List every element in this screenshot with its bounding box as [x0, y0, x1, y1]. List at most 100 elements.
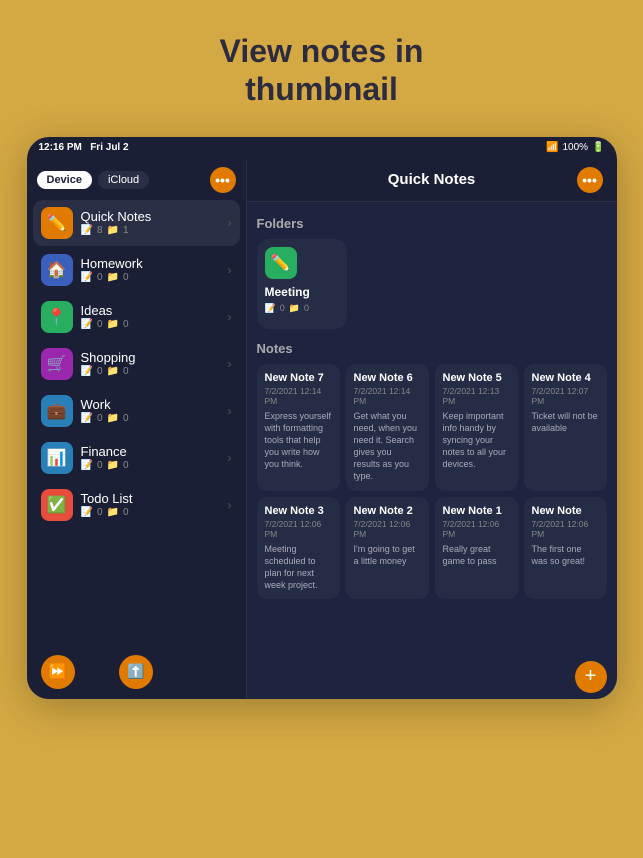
sidebar-item-content: Todo List 📝0 📁0: [81, 491, 220, 518]
sidebar-item-icon: 🏠: [41, 254, 73, 286]
note-preview: Ticket will not be available: [532, 410, 599, 434]
status-time: 12:16 PM Fri Jul 2: [39, 142, 129, 153]
note-title: New Note: [532, 505, 599, 517]
chevron-icon: ›: [228, 404, 232, 418]
notes-grid: New Note 7 7/2/2021 12:14 PM Express you…: [257, 364, 607, 599]
note-date: 7/2/2021 12:14 PM: [354, 386, 421, 406]
sidebar-item-meta: 📝0 📁0: [81, 460, 220, 471]
footer-share-button[interactable]: ⬆️: [119, 655, 153, 689]
main-content: Quick Notes ••• Folders ✏️ Meeting 📝 0 📁…: [247, 159, 617, 699]
note-preview: Meeting scheduled to plan for next week …: [265, 543, 332, 592]
note-card-4[interactable]: New Note 4 7/2/2021 12:07 PM Ticket will…: [524, 364, 607, 491]
note-card-6[interactable]: New Note 2 7/2/2021 12:06 PM I'm going t…: [346, 497, 429, 600]
sidebar-item-icon: 📊: [41, 442, 73, 474]
status-right: 📶 100% 🔋: [546, 142, 604, 153]
note-preview: Keep important info handy by syncing you…: [443, 410, 510, 471]
app-container: Device iCloud ••• ✏️ Quick Notes 📝8 📁1 ›…: [27, 159, 617, 699]
sidebar-more-button[interactable]: •••: [210, 167, 236, 193]
folder-folders-icon: 📁: [289, 303, 300, 314]
folder-count-icon: 📁: [107, 413, 119, 424]
main-scroll-area[interactable]: Folders ✏️ Meeting 📝 0 📁 0 Notes: [247, 202, 617, 655]
sidebar-item-content: Work 📝0 📁0: [81, 397, 220, 424]
tab-icloud[interactable]: iCloud: [98, 171, 149, 189]
note-date: 7/2/2021 12:14 PM: [265, 386, 332, 406]
folder-name-meeting: Meeting: [265, 285, 310, 299]
sidebar-item-icon: ✅: [41, 489, 73, 521]
note-count-icon: 📝: [81, 272, 93, 283]
note-card-8[interactable]: New Note 7/2/2021 12:06 PM The first one…: [524, 497, 607, 600]
note-title: New Note 2: [354, 505, 421, 517]
main-header: Quick Notes •••: [247, 159, 617, 202]
battery-indicator: 100%: [562, 142, 588, 153]
battery-icon: 🔋: [592, 142, 604, 153]
sidebar-item-meta: 📝0 📁0: [81, 507, 220, 518]
wifi-icon: 📶: [546, 142, 558, 153]
sidebar-item-todo-list[interactable]: ✅ Todo List 📝0 📁0 ›: [33, 482, 240, 528]
sidebar-footer: ⏩ ⬆️: [27, 645, 246, 699]
note-card-3[interactable]: New Note 5 7/2/2021 12:13 PM Keep import…: [435, 364, 518, 491]
folder-card-meeting[interactable]: ✏️ Meeting 📝 0 📁 0: [257, 239, 347, 329]
tab-device[interactable]: Device: [37, 171, 92, 189]
folder-icon-meeting: ✏️: [265, 247, 297, 279]
note-count-icon: 📝: [81, 413, 93, 424]
note-preview: I'm going to get a little money: [354, 543, 421, 567]
sidebar-item-name: Shopping: [81, 350, 220, 365]
sidebar-item-content: Shopping 📝0 📁0: [81, 350, 220, 377]
sidebar-item-icon: 📍: [41, 301, 73, 333]
note-card-2[interactable]: New Note 6 7/2/2021 12:14 PM Get what yo…: [346, 364, 429, 491]
folder-count-icon: 📁: [107, 319, 119, 330]
note-preview: Really great game to pass: [443, 543, 510, 567]
sidebar-item-quick-notes[interactable]: ✏️ Quick Notes 📝8 📁1 ›: [33, 200, 240, 246]
sidebar-items-list: ✏️ Quick Notes 📝8 📁1 › 🏠 Homework 📝0 📁0 …: [27, 199, 246, 529]
sidebar-item-name: Finance: [81, 444, 220, 459]
sidebar-item-ideas[interactable]: 📍 Ideas 📝0 📁0 ›: [33, 294, 240, 340]
note-preview: Get what you need, when you need it. Sea…: [354, 410, 421, 483]
sidebar-item-finance[interactable]: 📊 Finance 📝0 📁0 ›: [33, 435, 240, 481]
footer-play-button[interactable]: ⏩: [41, 655, 75, 689]
sidebar-item-homework[interactable]: 🏠 Homework 📝0 📁0 ›: [33, 247, 240, 293]
note-card-5[interactable]: New Note 3 7/2/2021 12:06 PM Meeting sch…: [257, 497, 340, 600]
device-frame: 12:16 PM Fri Jul 2 📶 100% 🔋 Device iClou…: [27, 137, 617, 699]
folders-section-label: Folders: [257, 216, 607, 231]
sidebar-item-name: Ideas: [81, 303, 220, 318]
folders-grid: ✏️ Meeting 📝 0 📁 0: [257, 239, 607, 329]
chevron-icon: ›: [228, 498, 232, 512]
sidebar-item-name: Work: [81, 397, 220, 412]
note-preview: The first one was so great!: [532, 543, 599, 567]
note-card-1[interactable]: New Note 7 7/2/2021 12:14 PM Express you…: [257, 364, 340, 491]
sidebar-item-name: Homework: [81, 256, 220, 271]
note-title: New Note 3: [265, 505, 332, 517]
chevron-icon: ›: [228, 263, 232, 277]
sidebar-item-content: Ideas 📝0 📁0: [81, 303, 220, 330]
main-more-button[interactable]: •••: [577, 167, 603, 193]
note-card-7[interactable]: New Note 1 7/2/2021 12:06 PM Really grea…: [435, 497, 518, 600]
sidebar-item-icon: 💼: [41, 395, 73, 427]
sidebar-item-name: Todo List: [81, 491, 220, 506]
folder-meta-meeting: 📝 0 📁 0: [265, 303, 309, 314]
note-count-icon: 📝: [81, 366, 93, 377]
main-title: Quick Notes: [287, 171, 577, 188]
folder-count-icon: 📁: [107, 507, 119, 518]
note-title: New Note 5: [443, 372, 510, 384]
folder-count-icon: 📁: [107, 272, 119, 283]
sidebar-item-content: Homework 📝0 📁0: [81, 256, 220, 283]
chevron-icon: ›: [228, 216, 232, 230]
chevron-icon: ›: [228, 357, 232, 371]
sidebar-item-work[interactable]: 💼 Work 📝0 📁0 ›: [33, 388, 240, 434]
sidebar-item-meta: 📝0 📁0: [81, 366, 220, 377]
sidebar-item-meta: 📝0 📁0: [81, 272, 220, 283]
footer-spacer: [198, 655, 232, 689]
note-date: 7/2/2021 12:06 PM: [532, 519, 599, 539]
sidebar-item-content: Finance 📝0 📁0: [81, 444, 220, 471]
folder-count-icon: 📁: [107, 366, 119, 377]
chevron-icon: ›: [228, 310, 232, 324]
sidebar-item-name: Quick Notes: [81, 209, 220, 224]
note-preview: Express yourself with formatting tools t…: [265, 410, 332, 471]
chevron-icon: ›: [228, 451, 232, 465]
note-title: New Note 7: [265, 372, 332, 384]
status-bar: 12:16 PM Fri Jul 2 📶 100% 🔋: [27, 137, 617, 159]
note-title: New Note 6: [354, 372, 421, 384]
sidebar-item-shopping[interactable]: 🛒 Shopping 📝0 📁0 ›: [33, 341, 240, 387]
add-note-fab[interactable]: +: [575, 661, 607, 693]
folder-count-icon: 📁: [107, 460, 119, 471]
